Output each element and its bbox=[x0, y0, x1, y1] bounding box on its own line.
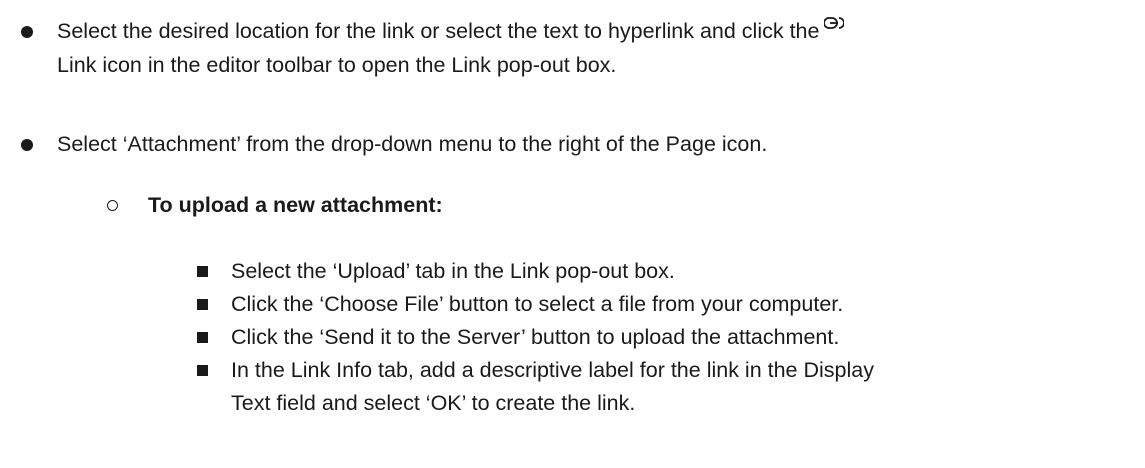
bullet-1-text: Select the desired location for the link… bbox=[57, 19, 820, 43]
bullet-square bbox=[197, 365, 208, 376]
bullet-1-line-1: Select the desired location for the link… bbox=[57, 15, 845, 48]
step-item: In the Link Info tab, add a descriptive … bbox=[231, 358, 874, 382]
step-item-continuation: Text field and select ‘OK’ to create the… bbox=[231, 391, 636, 415]
bullet-square bbox=[197, 299, 208, 310]
step-item: Select the ‘Upload’ tab in the Link pop-… bbox=[231, 259, 675, 283]
bullet-disc bbox=[21, 26, 33, 38]
bullet-circle bbox=[107, 200, 118, 211]
subsection-heading: To upload a new attachment: bbox=[148, 193, 443, 217]
bullet-disc bbox=[21, 139, 33, 151]
bullet-2-text: Select ‘Attachment’ from the drop-down m… bbox=[57, 132, 768, 156]
step-item: Click the ‘Send it to the Server’ button… bbox=[231, 325, 840, 349]
step-item: Click the ‘Choose File’ button to select… bbox=[231, 292, 844, 316]
link-icon bbox=[824, 17, 845, 29]
document-page: Select the desired location for the link… bbox=[0, 0, 1145, 468]
bullet-1-line-2: Link icon in the editor toolbar to open … bbox=[57, 53, 617, 77]
bullet-square bbox=[197, 332, 208, 343]
bullet-square bbox=[197, 266, 208, 277]
